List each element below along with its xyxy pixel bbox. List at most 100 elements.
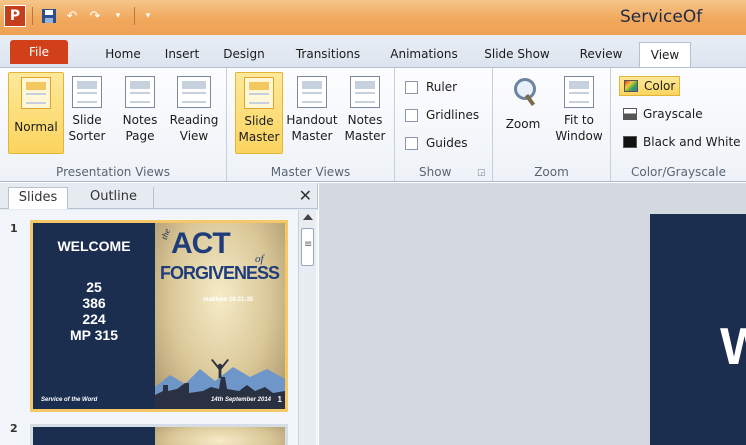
close-pane-icon[interactable]: ✕ — [299, 186, 312, 205]
grayscale-button[interactable]: Grayscale — [619, 104, 703, 124]
slide-1-footer-number: 1 — [277, 395, 282, 404]
powerpoint-logo-icon[interactable]: P — [4, 5, 26, 27]
zoom-button[interactable]: Zoom — [499, 72, 547, 154]
tab-view[interactable]: View — [639, 42, 691, 69]
slide-1-footer-date: 14th September 2014 — [210, 397, 271, 403]
color-grayscale-group: Color Grayscale Black and White Color/Gr… — [611, 68, 746, 181]
color-button[interactable]: Color — [619, 76, 681, 96]
slide-1-welcome: WELCOME — [57, 238, 131, 254]
tab-review[interactable]: Review — [576, 44, 626, 68]
tab-slide-show[interactable]: Slide Show — [480, 44, 554, 68]
slide-thumbnail[interactable]: WELCOME 25 386 224 MP 315 the ACT of FOR… — [30, 220, 288, 412]
handout-master-button[interactable]: Handout Master — [285, 72, 339, 154]
normal-view-button[interactable]: Normal — [8, 72, 64, 154]
notes-master-label-2: Master — [344, 129, 386, 143]
color-label: Color — [644, 79, 676, 93]
current-slide-text: W — [720, 318, 746, 376]
fit-to-window-label-1: Fit to — [564, 113, 594, 127]
zoom-group: Zoom Fit to Window Zoom — [493, 68, 611, 181]
zoom-label-group: Zoom — [534, 165, 569, 179]
quick-access-toolbar: P ↶ ↷ ▾ ▾ — [4, 5, 161, 27]
reading-view-label-1: Reading — [169, 113, 219, 127]
presentation-views-group: Normal Slide Sorter Notes Page Reading V… — [0, 68, 227, 181]
tab-outline[interactable]: Outline — [74, 187, 154, 209]
tab-slides[interactable]: Slides — [8, 187, 68, 209]
slide-master-label-2: Master — [238, 130, 280, 144]
notes-master-icon — [350, 76, 380, 108]
slide-1-footer-left: Service of the Word — [41, 397, 98, 403]
dropdown-arrow-icon[interactable]: ▾ — [108, 6, 128, 26]
slides-pane: Slides Outline ✕ 1 WELCOME 25 386 224 MP… — [0, 183, 318, 445]
notes-page-button[interactable]: Notes Page — [116, 72, 164, 154]
notes-page-icon — [125, 76, 155, 108]
handout-master-icon — [297, 76, 327, 108]
slide-thumbnail[interactable] — [30, 424, 288, 445]
undo-icon[interactable]: ↶ — [62, 6, 82, 26]
guides-checkbox[interactable]: Guides — [405, 136, 468, 150]
slide-2-content — [33, 427, 285, 445]
customize-qat-icon[interactable]: ▾ — [138, 6, 158, 26]
reading-view-label-2: View — [179, 129, 209, 143]
thumbnails-scrollbar[interactable] — [298, 210, 316, 445]
save-icon[interactable] — [39, 6, 59, 26]
tab-home[interactable]: Home — [100, 44, 146, 68]
slide-1-artwork: the ACT of FORGIVENESS matthew 18:21-35 — [155, 223, 285, 409]
guides-checkbox-box[interactable] — [405, 136, 418, 150]
slide-master-button[interactable]: Slide Master — [235, 72, 283, 154]
slide-editing-area[interactable]: W — [319, 183, 746, 445]
hymn-number: MP 315 — [70, 327, 118, 343]
slide-number: 1 — [10, 222, 18, 235]
tab-insert[interactable]: Insert — [158, 44, 206, 68]
slide-1-content: WELCOME 25 386 224 MP 315 the ACT of FOR… — [33, 223, 285, 409]
slide-1-hymn-numbers: 25 386 224 MP 315 — [33, 279, 155, 343]
ruler-label: Ruler — [426, 80, 458, 94]
slide-master-label-1: Slide — [244, 114, 274, 128]
reading-view-icon — [177, 76, 211, 108]
notes-master-button[interactable]: Notes Master — [341, 72, 389, 154]
black-and-white-label: Black and White — [643, 135, 741, 149]
fit-to-window-label-2: Window — [555, 129, 603, 143]
master-views-group: Slide Master Handout Master Notes Master… — [227, 68, 395, 181]
black-and-white-button[interactable]: Black and White — [619, 132, 741, 152]
normal-view-icon — [21, 77, 51, 109]
gridlines-label: Gridlines — [426, 108, 480, 122]
title-bar: P ↶ ↷ ▾ ▾ ServiceOf — [0, 0, 746, 35]
ribbon: Normal Slide Sorter Notes Page Reading V… — [0, 67, 746, 182]
tab-file[interactable]: File — [10, 40, 68, 64]
reading-view-button[interactable]: Reading View — [166, 72, 222, 154]
ruler-checkbox-box[interactable] — [405, 80, 418, 94]
slide-2-artwork — [155, 427, 285, 445]
slide-thumbnails: 1 WELCOME 25 386 224 MP 315 the ACT of F… — [0, 210, 318, 445]
slide-sorter-label-1: Slide — [72, 113, 102, 127]
normal-label: Normal — [14, 120, 58, 134]
tab-animations[interactable]: Animations — [384, 44, 464, 68]
handout-master-label-2: Master — [291, 129, 333, 143]
hymn-number: 386 — [82, 295, 106, 311]
presentation-views-label: Presentation Views — [56, 165, 170, 179]
slide-2-left-panel — [33, 427, 155, 445]
notes-master-label-1: Notes — [347, 113, 383, 127]
dialog-launcher-icon[interactable]: ◲ — [477, 168, 486, 178]
slide-sorter-button[interactable]: Slide Sorter — [64, 72, 110, 154]
tab-design[interactable]: Design — [218, 44, 270, 68]
color-swatch-icon — [624, 80, 638, 92]
grayscale-swatch-icon — [623, 108, 637, 120]
gridlines-checkbox[interactable]: Gridlines — [405, 108, 479, 122]
current-slide[interactable]: W — [650, 214, 746, 445]
gridlines-checkbox-box[interactable] — [405, 108, 418, 122]
scroll-up-arrow-icon[interactable] — [303, 214, 313, 220]
grayscale-label: Grayscale — [643, 107, 703, 121]
ribbon-tabs: File Home Insert Design Transitions Anim… — [0, 35, 746, 69]
qat-separator — [134, 7, 135, 25]
magnifier-icon — [508, 76, 538, 108]
slide-master-icon — [244, 77, 274, 109]
color-grayscale-label: Color/Grayscale — [631, 165, 726, 179]
fit-to-window-button[interactable]: Fit to Window — [551, 72, 607, 154]
slide-number: 2 — [10, 422, 18, 435]
fit-to-window-icon — [564, 76, 594, 108]
ruler-checkbox[interactable]: Ruler — [405, 80, 457, 94]
tab-transitions[interactable]: Transitions — [288, 44, 368, 68]
redo-icon[interactable]: ↷ — [85, 6, 105, 26]
qat-separator — [32, 7, 33, 25]
scrollbar-thumb[interactable] — [301, 228, 314, 266]
